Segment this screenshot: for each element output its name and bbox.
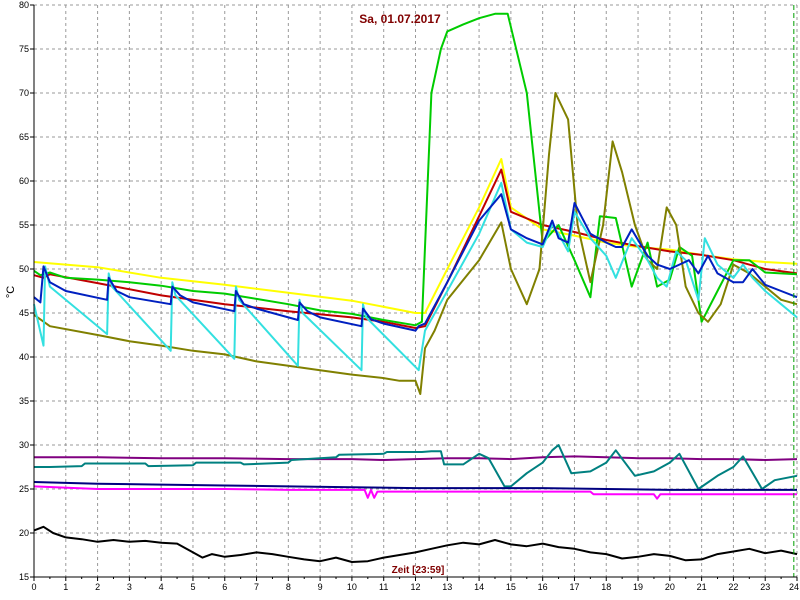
x-tick-label: 18 <box>601 582 611 592</box>
x-tick-label: 16 <box>538 582 548 592</box>
x-tick-label: 24 <box>789 582 799 592</box>
chart-title: Sa, 01.07.2017 <box>359 12 441 26</box>
y-tick-label: 45 <box>19 308 29 318</box>
y-tick-label: 65 <box>19 132 29 142</box>
x-tick-label: 2 <box>95 582 100 592</box>
x-tick-label: 17 <box>569 582 579 592</box>
x-tick-label: 20 <box>665 582 675 592</box>
x-tick-label: 1 <box>63 582 68 592</box>
x-tick-label: 10 <box>347 582 357 592</box>
x-axis-label: Zeit [23:59] <box>392 565 445 576</box>
x-tick-label: 19 <box>633 582 643 592</box>
x-tick-label: 3 <box>127 582 132 592</box>
x-tick-label: 12 <box>410 582 420 592</box>
x-tick-label: 21 <box>697 582 707 592</box>
y-tick-label: 30 <box>19 440 29 450</box>
chart-background <box>0 0 800 600</box>
x-tick-label: 6 <box>222 582 227 592</box>
y-axis-label: °C <box>5 286 17 298</box>
x-tick-label: 9 <box>318 582 323 592</box>
x-tick-label: 11 <box>379 582 388 592</box>
y-tick-label: 60 <box>19 176 29 186</box>
y-tick-label: 35 <box>19 396 29 406</box>
y-tick-label: 15 <box>19 572 29 582</box>
y-tick-label: 80 <box>19 0 29 10</box>
y-tick-label: 70 <box>19 88 29 98</box>
x-tick-label: 4 <box>159 582 164 592</box>
x-tick-label: 0 <box>31 582 36 592</box>
y-tick-label: 25 <box>19 484 29 494</box>
x-tick-label: 22 <box>728 582 738 592</box>
x-tick-label: 7 <box>254 582 259 592</box>
y-tick-label: 55 <box>19 220 29 230</box>
temperature-chart: 15202530354045505560657075800 1 2 3 4 5 6 7 8 9 10… <box>0 0 800 600</box>
x-tick-label: 23 <box>760 582 770 592</box>
x-tick-label: 15 <box>506 582 516 592</box>
x-tick-label: 8 <box>286 582 291 592</box>
x-tick-label: 5 <box>190 582 195 592</box>
y-tick-label: 20 <box>19 528 29 538</box>
y-tick-label: 50 <box>19 264 29 274</box>
y-tick-label: 40 <box>19 352 29 362</box>
x-tick-label: 13 <box>442 582 452 592</box>
y-tick-label: 75 <box>19 44 29 54</box>
x-tick-label: 14 <box>474 582 484 592</box>
